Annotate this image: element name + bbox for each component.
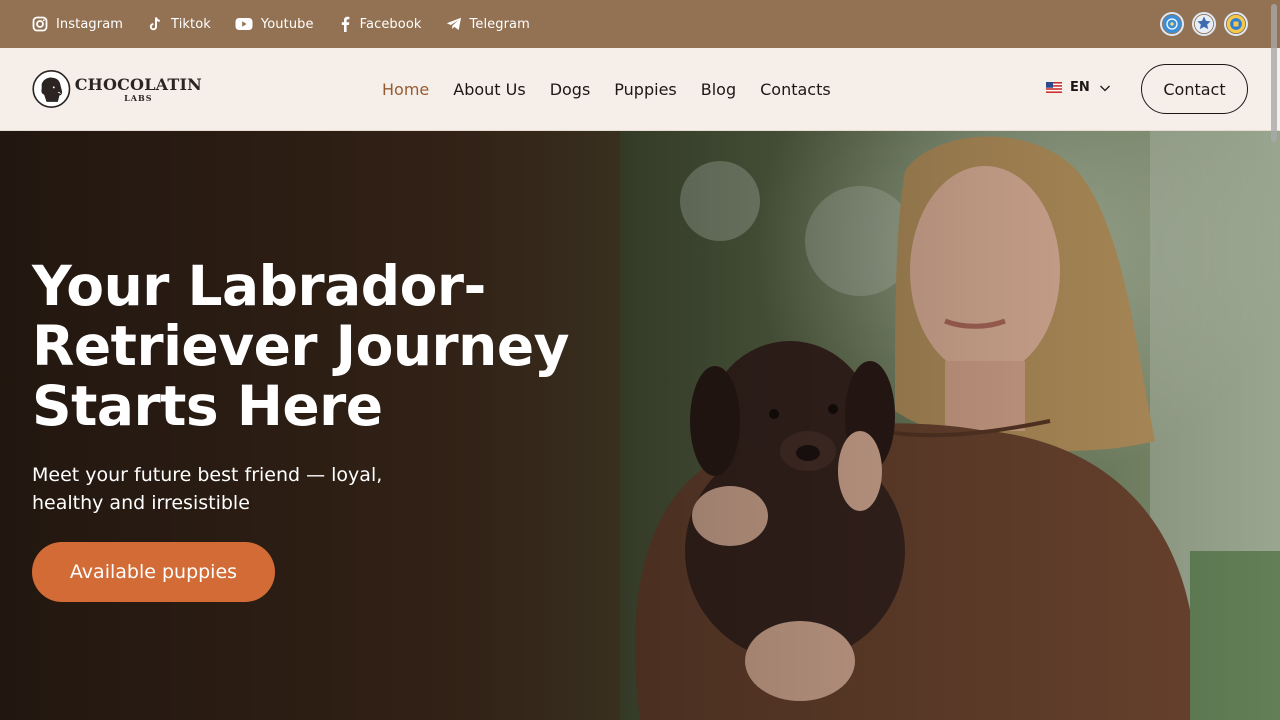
telegram-icon bbox=[446, 17, 461, 30]
tiktok-icon bbox=[149, 17, 161, 31]
top-social-bar: Instagram Tiktok Youtube Facebook Telegr… bbox=[0, 0, 1280, 48]
scrollbar-thumb[interactable] bbox=[1271, 4, 1277, 142]
social-link-telegram[interactable]: Telegram bbox=[446, 17, 530, 32]
hero-subtitle: Meet your future best friend — loyal, he… bbox=[32, 464, 383, 514]
contact-button[interactable]: Contact bbox=[1141, 64, 1248, 114]
logo-wordmark: CHOCOLATIN LABS bbox=[74, 74, 202, 103]
social-link-youtube[interactable]: Youtube bbox=[235, 17, 314, 32]
club-badges bbox=[1160, 12, 1248, 36]
social-label: Tiktok bbox=[171, 16, 211, 32]
social-label: Telegram bbox=[469, 16, 530, 32]
fci-badge-icon[interactable] bbox=[1160, 12, 1184, 36]
logo-main-text: CHOCOLATIN bbox=[74, 74, 202, 94]
hero-content: Your Labrador- Retriever Journey Starts … bbox=[32, 256, 632, 602]
language-code: EN bbox=[1070, 80, 1090, 95]
instagram-icon bbox=[32, 16, 48, 32]
social-label: Youtube bbox=[260, 16, 314, 32]
social-label: Facebook bbox=[359, 16, 422, 32]
social-link-tiktok[interactable]: Tiktok bbox=[147, 16, 211, 32]
us-flag-icon bbox=[1046, 82, 1062, 93]
main-nav: Home About Us Dogs Puppies Blog Contacts bbox=[382, 48, 831, 131]
youtube-icon bbox=[235, 18, 253, 30]
nav-item-puppies[interactable]: Puppies bbox=[614, 80, 676, 99]
nav-item-blog[interactable]: Blog bbox=[701, 80, 736, 99]
labrador-logo-icon bbox=[32, 70, 71, 108]
page-scrollbar[interactable] bbox=[1268, 0, 1280, 720]
social-label: Instagram bbox=[56, 16, 124, 32]
social-links: Instagram Tiktok Youtube Facebook Telegr… bbox=[32, 16, 530, 32]
nav-item-dogs[interactable]: Dogs bbox=[550, 80, 591, 99]
main-header: CHOCOLATIN LABS Home About Us Dogs Puppi… bbox=[0, 48, 1280, 131]
kennel-badge-icon[interactable] bbox=[1224, 12, 1248, 36]
nav-item-home[interactable]: Home bbox=[382, 80, 429, 99]
available-puppies-button[interactable]: Available puppies bbox=[32, 542, 275, 602]
hero-title: Your Labrador- Retriever Journey Starts … bbox=[32, 256, 632, 436]
hero-title-line: Retriever Journey bbox=[32, 314, 570, 378]
site-logo[interactable]: CHOCOLATIN LABS bbox=[32, 65, 202, 113]
facebook-icon bbox=[341, 16, 350, 32]
hero-title-line: Starts Here bbox=[32, 374, 383, 438]
social-link-instagram[interactable]: Instagram bbox=[32, 16, 123, 32]
logo-sub-text: LABS bbox=[124, 92, 153, 103]
chevron-down-icon bbox=[1099, 85, 1110, 91]
hero-section: Your Labrador- Retriever Journey Starts … bbox=[0, 131, 1280, 720]
social-link-facebook[interactable]: Facebook bbox=[338, 16, 422, 32]
language-selector[interactable]: EN bbox=[1046, 80, 1112, 95]
nav-item-contacts[interactable]: Contacts bbox=[760, 80, 831, 99]
club-badge-icon[interactable] bbox=[1192, 12, 1216, 36]
hero-title-line: Your Labrador- bbox=[32, 254, 486, 318]
nav-item-about-us[interactable]: About Us bbox=[453, 80, 525, 99]
